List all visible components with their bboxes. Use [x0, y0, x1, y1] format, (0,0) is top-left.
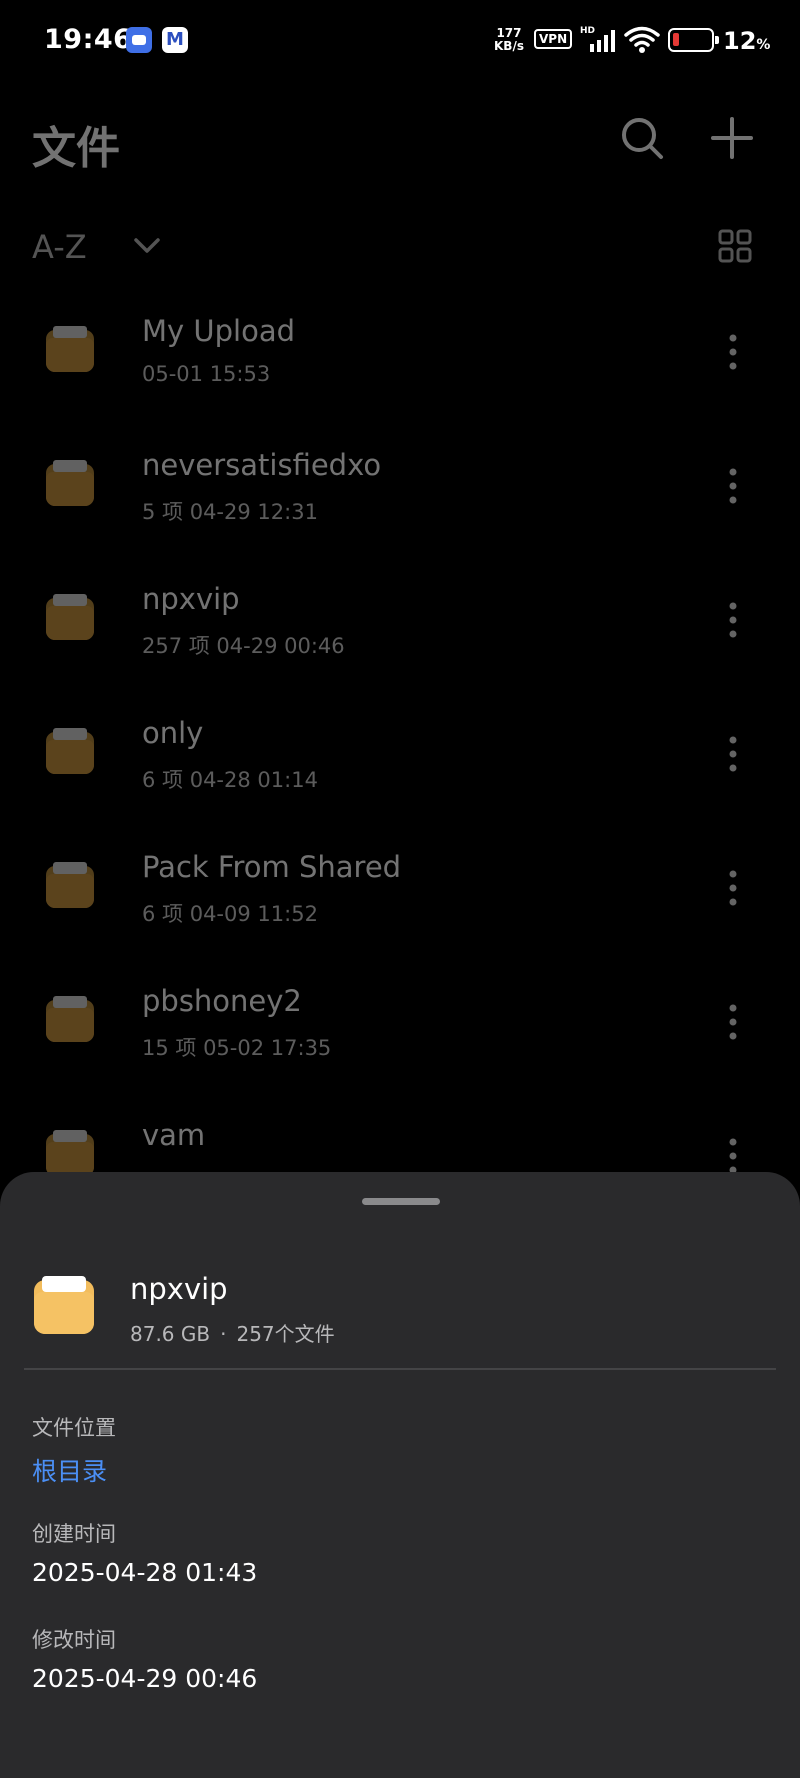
list-item[interactable]: pbshoney2 15 项 05-02 17:35 — [0, 970, 800, 1104]
created-value: 2025-04-28 01:43 — [32, 1558, 258, 1587]
file-name: npxvip — [142, 582, 240, 616]
network-speed: 177 KB/s — [494, 27, 524, 53]
list-item[interactable]: Pack From Shared 6 项 04-09 11:52 — [0, 836, 800, 970]
file-meta: 15 项 05-02 17:35 — [142, 1036, 332, 1060]
separator-dot: · — [220, 1322, 227, 1346]
folder-icon — [46, 326, 94, 372]
file-name: My Upload — [142, 314, 296, 348]
more-options-icon[interactable] — [727, 1136, 739, 1176]
file-meta: 257 项 04-29 00:46 — [142, 634, 345, 658]
more-options-icon[interactable] — [727, 734, 739, 774]
gmail-icon-letter: M — [166, 29, 184, 50]
details-bottom-sheet: npxvip 87.6 GB · 257个文件 文件位置 根目录 创建时间 2025… — [0, 1172, 800, 1778]
battery-percent: 12% — [723, 27, 770, 55]
battery-percent-value: 12 — [723, 27, 757, 55]
grid-view-icon[interactable] — [718, 229, 752, 263]
location-link[interactable]: 根目录 — [32, 1452, 107, 1488]
status-bar: 19:46 M 177 KB/s VPN HD 12% — [0, 0, 800, 80]
file-meta: 5 项 04-29 12:31 — [142, 500, 318, 524]
file-name: Pack From Shared — [142, 850, 402, 884]
folder-icon — [46, 460, 94, 506]
more-options-icon[interactable] — [727, 600, 739, 640]
app-robot-icon — [126, 27, 152, 53]
folder-icon — [46, 996, 94, 1042]
list-item[interactable]: neversatisfiedxo 5 项 04-29 12:31 — [0, 434, 800, 568]
battery-percent-sign: % — [756, 37, 771, 53]
sheet-folder-summary: 87.6 GB · 257个文件 — [130, 1318, 335, 1347]
folder-icon — [46, 1130, 94, 1176]
network-speed-unit: KB/s — [494, 39, 524, 53]
battery-level — [673, 33, 679, 46]
search-icon[interactable] — [618, 114, 666, 162]
more-options-icon[interactable] — [727, 466, 739, 506]
list-item[interactable]: only 6 项 04-28 01:14 — [0, 702, 800, 836]
file-meta: 6 项 04-28 01:14 — [142, 768, 318, 792]
list-item[interactable]: My Upload 05-01 15:53 — [0, 300, 800, 434]
file-name: pbshoney2 — [142, 984, 302, 1018]
drag-handle[interactable] — [362, 1198, 440, 1205]
more-options-icon[interactable] — [727, 332, 739, 372]
cell-signal-icon: HD — [580, 26, 618, 54]
more-options-icon[interactable] — [727, 1002, 739, 1042]
gmail-icon: M — [162, 27, 188, 53]
folder-icon — [46, 728, 94, 774]
divider — [24, 1368, 776, 1370]
modified-value: 2025-04-29 00:46 — [32, 1664, 258, 1693]
sort-button[interactable]: A-Z — [32, 228, 87, 266]
signal-bars-icon — [590, 30, 615, 52]
folder-icon — [46, 594, 94, 640]
file-name: only — [142, 716, 204, 750]
list-item[interactable]: npxvip 257 项 04-29 00:46 — [0, 568, 800, 702]
location-label: 文件位置 — [32, 1416, 116, 1440]
sheet-folder-name: npxvip — [130, 1272, 228, 1306]
add-icon[interactable] — [708, 114, 756, 162]
file-meta: 05-01 15:53 — [142, 362, 271, 386]
file-meta: 6 项 04-09 11:52 — [142, 902, 318, 926]
file-name: vam — [142, 1118, 206, 1152]
page-title: 文件 — [32, 123, 120, 174]
status-time: 19:46 — [44, 24, 133, 55]
wifi-icon — [624, 26, 660, 53]
battery-icon — [668, 28, 719, 52]
chevron-down-icon[interactable] — [132, 234, 162, 258]
file-name: neversatisfiedxo — [142, 448, 382, 482]
folder-icon — [34, 1276, 94, 1334]
folder-file-count: 257个文件 — [236, 1322, 335, 1346]
more-options-icon[interactable] — [727, 868, 739, 908]
created-label: 创建时间 — [32, 1522, 116, 1546]
folder-icon — [46, 862, 94, 908]
modified-label: 修改时间 — [32, 1628, 116, 1652]
vpn-badge: VPN — [534, 29, 573, 49]
folder-size: 87.6 GB — [130, 1322, 211, 1346]
